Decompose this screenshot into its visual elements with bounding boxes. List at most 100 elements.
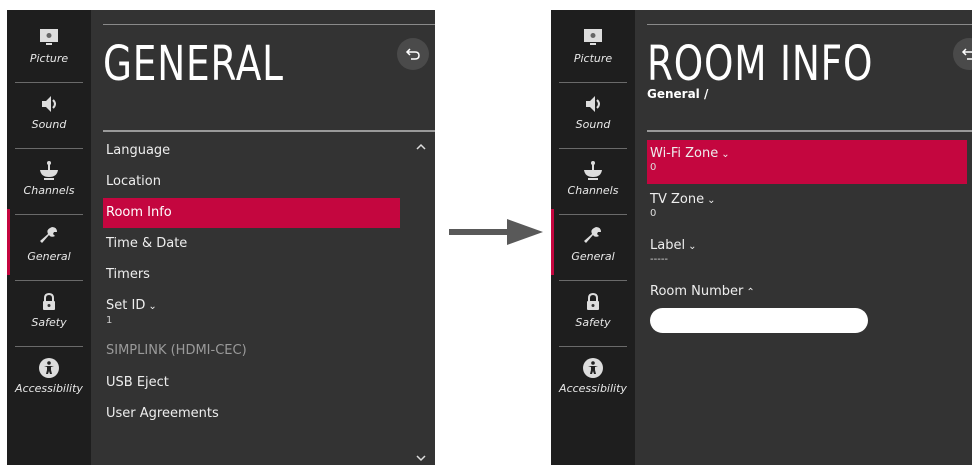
satellite-dish-icon	[40, 161, 58, 180]
back-button[interactable]	[953, 38, 972, 70]
settings-sidebar: Picture Sound Channels General Safety Ac…	[7, 10, 91, 465]
divider	[103, 24, 435, 25]
wifi-zone-field[interactable]: Wi-Fi Zone ⌄ 0	[647, 140, 967, 184]
room-number-input[interactable]	[650, 308, 868, 333]
general-panel: GENERAL Language Location Room Info Time…	[91, 10, 435, 465]
sidebar-item-label: Accessibility	[559, 382, 627, 395]
sidebar-item-label: Picture	[29, 52, 69, 65]
menu-item-label: Language	[106, 143, 171, 158]
menu-item-language[interactable]: Language	[103, 136, 400, 166]
speaker-icon	[42, 96, 56, 112]
page-title: ROOM INFO	[647, 36, 874, 92]
label-field[interactable]: Label ⌄ -----	[647, 232, 967, 276]
sidebar-item-sound[interactable]: Sound	[10, 86, 88, 146]
sidebar-divider	[15, 148, 83, 149]
room-info-panel: ROOM INFO General / Wi-Fi Zone ⌄ 0 TV Zon…	[635, 10, 972, 465]
sidebar-divider	[559, 82, 627, 83]
breadcrumb: General /	[647, 87, 709, 101]
picture-icon	[40, 29, 58, 45]
sidebar-item-safety[interactable]: Safety	[554, 284, 632, 344]
tv-zone-field[interactable]: TV Zone ⌄ 0	[647, 186, 967, 230]
menu-item-simplink: SIMPLINK (HDMI-CEC)	[103, 336, 400, 366]
sidebar-divider	[559, 148, 627, 149]
menu-item-room-info[interactable]: Room Info	[103, 198, 400, 228]
sidebar-item-label: Sound	[575, 118, 611, 131]
sidebar-item-label: Channels	[567, 184, 619, 197]
room-info-screen: Picture Sound Channels General Safety Ac…	[551, 10, 972, 465]
menu-item-label: SIMPLINK (HDMI-CEC)	[106, 343, 247, 358]
back-arrow-icon	[405, 48, 420, 60]
chevron-down-icon: ⌄	[707, 195, 716, 206]
picture-icon	[584, 29, 602, 45]
accessibility-icon	[583, 358, 603, 378]
sidebar-item-label: Picture	[573, 52, 613, 65]
satellite-dish-icon	[584, 161, 602, 180]
sidebar-item-label: General	[571, 250, 615, 263]
scroll-down-icon[interactable]	[415, 454, 427, 462]
sidebar-item-safety[interactable]: Safety	[10, 284, 88, 344]
sidebar-item-picture[interactable]: Picture	[554, 20, 632, 80]
menu-item-label: Timers	[106, 267, 150, 282]
menu-item-label: User Agreements	[106, 406, 219, 421]
menu-item-timers[interactable]: Timers	[103, 260, 400, 290]
sidebar-divider	[559, 214, 627, 215]
menu-item-label: Room Info	[106, 205, 172, 220]
sidebar-item-label: Sound	[31, 118, 67, 131]
sidebar-item-label: General	[27, 250, 71, 263]
speaker-icon	[586, 96, 600, 112]
menu-item-time-date[interactable]: Time & Date	[103, 229, 400, 259]
sidebar-divider	[15, 280, 83, 281]
sidebar-item-label: Safety	[31, 316, 67, 329]
chevron-down-icon: ⌄	[148, 301, 157, 312]
chevron-up-icon: ⌃	[746, 287, 755, 298]
divider	[103, 130, 435, 132]
right-arrow-icon	[449, 219, 543, 245]
field-value: 0	[650, 208, 657, 219]
wrench-icon	[584, 227, 601, 243]
page-title: GENERAL	[103, 36, 284, 92]
field-value: 0	[650, 162, 657, 173]
field-label: Label	[650, 238, 686, 253]
menu-item-value: 1	[106, 315, 113, 326]
menu-item-label: Time & Date	[106, 236, 188, 251]
sidebar-item-label: Channels	[23, 184, 75, 197]
sidebar-item-picture[interactable]: Picture	[10, 20, 88, 80]
settings-sidebar: Picture Sound Channels General Safety Ac…	[551, 10, 635, 465]
divider	[647, 130, 972, 132]
back-arrow-icon	[961, 48, 972, 60]
menu-item-user-agreements[interactable]: User Agreements	[103, 399, 400, 429]
sidebar-divider	[15, 214, 83, 215]
menu-item-location[interactable]: Location	[103, 167, 400, 197]
back-button[interactable]	[397, 38, 429, 70]
sidebar-divider	[559, 280, 627, 281]
sidebar-item-accessibility[interactable]: Accessibility	[554, 350, 632, 410]
menu-item-label: USB Eject	[106, 375, 169, 390]
menu-item-set-id[interactable]: Set ID ⌄ 1	[103, 292, 400, 326]
sidebar-item-sound[interactable]: Sound	[554, 86, 632, 146]
wrench-icon	[40, 227, 57, 243]
sidebar-item-label: Accessibility	[15, 382, 83, 395]
sidebar-item-accessibility[interactable]: Accessibility	[10, 350, 88, 410]
chevron-down-icon: ⌄	[688, 241, 697, 252]
menu-item-label: Location	[106, 174, 161, 189]
accessibility-icon	[39, 358, 59, 378]
chevron-down-icon: ⌄	[721, 149, 730, 160]
field-label: Wi-Fi Zone	[650, 146, 719, 161]
lock-icon	[587, 292, 599, 310]
sidebar-divider	[559, 346, 627, 347]
sidebar-item-channels[interactable]: Channels	[554, 152, 632, 212]
sidebar-divider	[15, 82, 83, 83]
sidebar-divider	[15, 346, 83, 347]
sidebar-item-label: Safety	[575, 316, 611, 329]
sidebar-item-general[interactable]: General	[10, 218, 88, 278]
lock-icon	[43, 292, 55, 310]
sidebar-item-general[interactable]: General	[554, 218, 632, 278]
field-label: TV Zone	[650, 192, 705, 207]
sidebar-item-channels[interactable]: Channels	[10, 152, 88, 212]
field-value: -----	[650, 254, 669, 265]
divider	[647, 24, 972, 25]
general-settings-screen: Picture Sound Channels General Safety Ac…	[7, 10, 435, 465]
field-label: Room Number	[650, 284, 744, 299]
scroll-up-icon[interactable]	[415, 143, 427, 151]
menu-item-usb-eject[interactable]: USB Eject	[103, 368, 400, 398]
